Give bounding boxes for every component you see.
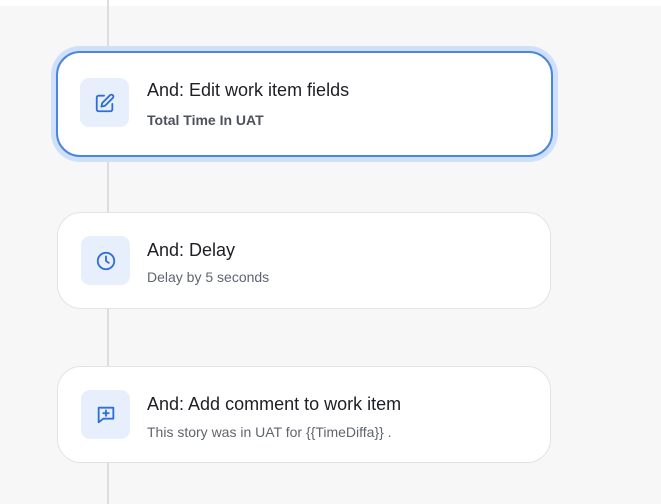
step-subtitle: Delay by 5 seconds bbox=[147, 269, 270, 285]
step-subtitle: This story was in UAT for {{TimeDiffa}} … bbox=[147, 424, 392, 440]
workflow-step-edit-fields[interactable]: And: Edit work item fields Total Time In… bbox=[56, 51, 553, 157]
step-title: And: Delay bbox=[147, 240, 236, 260]
canvas-top-edge bbox=[0, 0, 661, 6]
comment-add-icon bbox=[81, 390, 130, 439]
step-title: And: Add comment to work item bbox=[147, 394, 402, 414]
edit-icon bbox=[80, 78, 129, 127]
step-subtitle: Total Time In UAT bbox=[147, 112, 264, 128]
workflow-step-add-comment[interactable]: And: Add comment to work item This story… bbox=[57, 366, 551, 463]
step-title: And: Edit work item fields bbox=[147, 80, 350, 100]
clock-icon bbox=[81, 236, 130, 285]
workflow-step-delay[interactable]: And: Delay Delay by 5 seconds bbox=[57, 212, 551, 309]
